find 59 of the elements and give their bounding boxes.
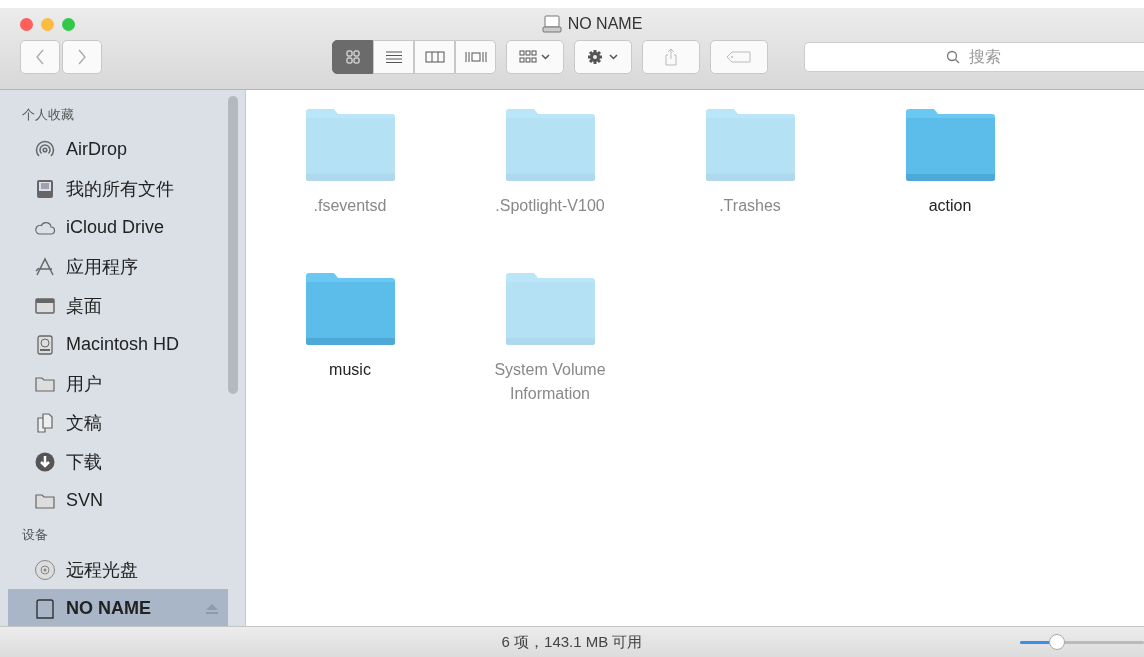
folder-icon — [904, 108, 996, 182]
folder-item[interactable]: action — [850, 108, 1050, 272]
view-button[interactable] — [373, 40, 414, 74]
disc-icon — [34, 558, 56, 581]
chevron-left-icon — [35, 49, 45, 65]
folder-item[interactable]: .fseventsd — [250, 108, 450, 272]
tag-button[interactable] — [710, 40, 768, 74]
download-icon — [34, 450, 56, 473]
sidebar-item[interactable]: Macintosh HD — [8, 325, 228, 364]
folder-item[interactable]: .Trashes — [650, 108, 850, 272]
sidebar-item[interactable]: NO NAME — [8, 589, 228, 628]
folder-icon — [304, 272, 396, 346]
window-title: NO NAME — [567, 15, 643, 33]
sidebar-item[interactable]: 用户 — [8, 364, 228, 403]
eject-icon[interactable] — [206, 603, 218, 614]
folder-icon — [304, 108, 396, 182]
sidebar-item[interactable]: 桌面 — [8, 286, 228, 325]
sidebar-item[interactable]: 文稿 — [8, 403, 228, 442]
status-text: 6 项，143.1 MB 可用 — [500, 632, 644, 652]
arrange-grid-icon — [519, 50, 551, 64]
folder-item[interactable]: .Spotlight-V100 — [450, 108, 650, 272]
zoom-button[interactable] — [62, 17, 75, 31]
folder-icon — [504, 108, 596, 182]
drive-icon — [541, 15, 562, 33]
list-icon — [384, 50, 403, 64]
grid-icon — [345, 50, 360, 64]
cover-flow-icon — [464, 50, 487, 64]
folder-item[interactable]: music — [250, 272, 450, 436]
share-button[interactable] — [642, 40, 700, 74]
sidebar-item[interactable]: 远程光盘 — [8, 550, 228, 589]
search-field[interactable]: 搜索 — [804, 42, 1144, 72]
sidebar-item[interactable]: AirDrop — [8, 130, 228, 169]
documents-icon — [34, 411, 56, 434]
sidebar-item[interactable]: 下载 — [8, 442, 228, 481]
columns-icon — [424, 50, 445, 64]
sidebar-item[interactable]: SVN — [8, 481, 228, 520]
forward-button[interactable] — [62, 40, 102, 74]
section-heading: 设备 — [21, 526, 49, 544]
sidebar-item[interactable]: 我的所有文件 — [8, 169, 228, 208]
sidebar-item[interactable]: iCloud Drive — [8, 208, 228, 247]
share-icon — [664, 48, 678, 66]
scroll-bar[interactable] — [228, 96, 238, 394]
apps-icon — [34, 255, 56, 278]
close-button[interactable] — [20, 17, 33, 31]
arrange-button[interactable] — [506, 40, 564, 74]
back-button[interactable] — [20, 40, 60, 74]
minimize-button[interactable] — [41, 17, 54, 31]
tag-icon — [726, 51, 752, 63]
gear-icon — [587, 49, 619, 65]
icon-size-slider[interactable] — [1020, 632, 1144, 652]
section-heading: 个人收藏 — [21, 106, 75, 124]
drive-icon — [34, 597, 56, 620]
folder-icon — [704, 108, 796, 182]
folder-item[interactable]: System Volume Information — [450, 272, 650, 436]
action-menu-button[interactable] — [574, 40, 632, 74]
sidebar-item[interactable]: 应用程序 — [8, 247, 228, 286]
folder-icon — [504, 272, 596, 346]
chevron-right-icon — [77, 49, 87, 65]
file-tray-icon — [34, 177, 56, 200]
